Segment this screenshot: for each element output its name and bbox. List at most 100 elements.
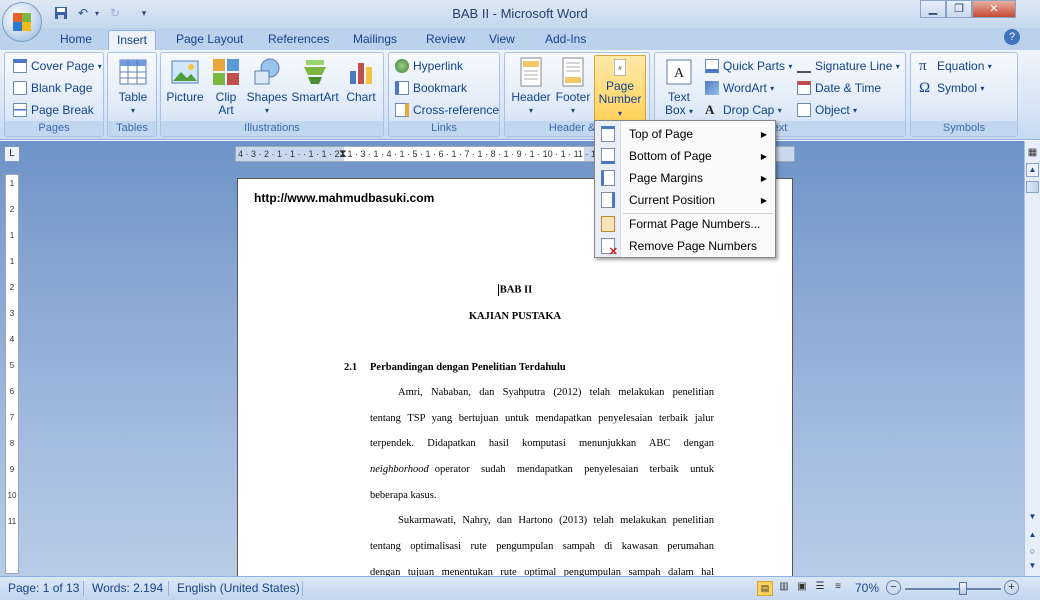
zoom-slider[interactable] [905,588,1001,590]
close-icon[interactable]: ✕ [972,0,1016,18]
section-number: 2.1 [344,362,358,373]
tab-stop-selector[interactable]: L [4,146,20,162]
current-position-icon [601,192,615,208]
zoom-slider-thumb[interactable] [958,582,967,595]
vertical-ruler-mark: 11 [7,517,17,526]
blank-page-button[interactable]: Blank Page [13,78,92,98]
office-button[interactable] [2,2,42,42]
footer-button[interactable]: Footer ▾ [553,57,593,117]
top-of-page-icon [601,126,615,142]
vertical-ruler-mark: 4 [9,335,15,344]
help-icon[interactable]: ? [1004,29,1020,45]
submenu-arrow-icon: ▶ [760,151,767,161]
vertical-ruler-mark: 8 [9,439,15,448]
quick-parts-button[interactable]: Quick Parts ▾ [705,56,792,76]
language-indicator[interactable]: English (United States) [177,581,300,595]
submenu-arrow-icon: ▶ [760,129,767,139]
word-count[interactable]: Words: 2.194 [92,581,163,595]
header-button[interactable]: Header ▾ [509,57,553,117]
page-break-button[interactable]: Page Break [13,100,94,120]
previous-page-icon[interactable]: ▲ [1026,529,1039,543]
tab-insert[interactable]: Insert [108,30,157,50]
menu-item-format-page-numbers[interactable]: Format Page Numbers... [595,213,775,235]
tab-mailings[interactable]: Mailings [345,30,405,50]
blank-page-icon [13,81,27,95]
text-box-icon: A [666,59,692,85]
ribbon: Cover Page ▾ Blank Page Page Break Pages… [0,50,1040,140]
scroll-thumb[interactable] [1026,181,1039,193]
menu-item-current-position[interactable]: Current Position ▶ [595,189,775,211]
status-separator [83,581,84,596]
vertical-ruler[interactable]: 1 2 1 1 2 3 4 5 6 7 8 9 10 11 [5,174,19,574]
menu-item-remove-page-numbers[interactable]: ✕ Remove Page Numbers [595,235,775,258]
vertical-scrollbar[interactable]: ▦ ▲ ▼ ▲ ○ ▼ [1024,141,1040,576]
outline-view-icon[interactable]: ☰ [812,581,828,592]
tab-home[interactable]: Home [52,30,100,50]
submenu-arrow-icon: ▶ [760,195,767,205]
menu-item-page-margins[interactable]: Page Margins ▶ [595,167,775,189]
tab-view[interactable]: View [481,30,523,50]
vertical-ruler-mark: 1 [9,231,15,240]
bookmark-button[interactable]: Bookmark [395,78,467,98]
group-label-illustrations: Illustrations [161,121,383,136]
tab-review[interactable]: Review [418,30,473,50]
text-box-button[interactable]: A Text Box ▾ [659,57,699,118]
chart-button[interactable]: Chart [343,57,379,104]
equation-button[interactable]: π Equation ▾ [919,56,992,76]
clip-art-button[interactable]: Clip Art [209,57,243,117]
symbol-button[interactable]: Ω Symbol ▾ [919,78,984,98]
table-button[interactable]: Table ▾ [114,57,152,117]
wordart-button[interactable]: WordArt ▾ [705,78,774,98]
full-screen-reading-icon[interactable]: ▥ [776,581,792,592]
indent-marker-icon[interactable]: ⧗ [339,147,347,161]
cover-page-button[interactable]: Cover Page ▾ [13,56,102,76]
drop-cap-button[interactable]: A Drop Cap ▾ [705,100,782,120]
next-page-icon[interactable]: ▼ [1026,560,1039,574]
vertical-ruler-mark: 10 [7,491,17,500]
section-title: Perbandingan dengan Penelitian Terdahulu [370,362,566,373]
menu-item-top-of-page[interactable]: Top of Page ▶ [595,123,775,145]
picture-button[interactable]: Picture [165,57,205,104]
shapes-button[interactable]: Shapes ▾ [247,57,287,117]
tab-page-layout[interactable]: Page Layout [168,30,251,50]
view-ruler-icon[interactable]: ▦ [1026,147,1039,160]
chapter-title: KAJIAN PUSTAKA [468,311,562,322]
cross-reference-button[interactable]: Cross-reference [395,100,499,120]
date-time-button[interactable]: Date & Time [797,78,881,98]
page-count[interactable]: Page: 1 of 13 [8,581,79,595]
menu-item-bottom-of-page[interactable]: Bottom of Page ▶ [595,145,775,167]
paragraph-line: terpendek. Didapatkan hasil komputasi me… [370,438,714,449]
picture-icon [171,60,199,84]
smartart-button[interactable]: SmartArt [291,57,339,104]
group-links: Hyperlink Bookmark Cross-reference Links [388,52,500,137]
group-label-tables: Tables [108,121,156,136]
omega-icon: Ω [919,80,931,96]
table-icon [119,59,147,85]
shapes-icon [254,58,280,85]
signature-line-button[interactable]: Signature Line ▾ [797,56,900,76]
restore-icon[interactable]: ❐ [946,0,972,18]
vertical-ruler-mark: 1 [9,179,15,188]
zoom-level[interactable]: 70% [855,581,879,595]
vertical-ruler-mark: 1 [9,257,15,266]
title-bar: ↶ ▾ ↻ ▾ BAB II - Microsoft Word ▁ ❐ ✕ [0,0,1040,28]
print-layout-icon[interactable]: ▤ [757,581,773,596]
minimize-icon[interactable]: ▁ [920,0,946,18]
tab-references[interactable]: References [260,30,337,50]
zoom-out-icon[interactable]: − [886,580,901,595]
hyperlink-button[interactable]: Hyperlink [395,56,463,76]
object-button[interactable]: Object ▾ [797,100,857,120]
scroll-up-icon[interactable]: ▲ [1026,163,1039,177]
paragraph-line: tentang TSP yang bertujuan untuk mendapa… [370,413,714,424]
zoom-in-icon[interactable]: + [1004,580,1019,595]
cross-reference-icon [395,103,409,117]
page-number-button[interactable]: # Page Number ▾ [594,55,646,121]
web-layout-icon[interactable]: ▣ [794,581,810,592]
status-separator [168,581,169,596]
tab-add-ins[interactable]: Add-Ins [537,30,594,50]
scroll-down-icon[interactable]: ▼ [1026,511,1039,525]
header-icon [520,57,542,87]
draft-view-icon[interactable]: ≡ [830,581,846,592]
group-illustrations: Picture Clip Art Shapes ▾ SmartArt Chart I… [160,52,384,137]
browse-object-icon[interactable]: ○ [1026,545,1039,559]
